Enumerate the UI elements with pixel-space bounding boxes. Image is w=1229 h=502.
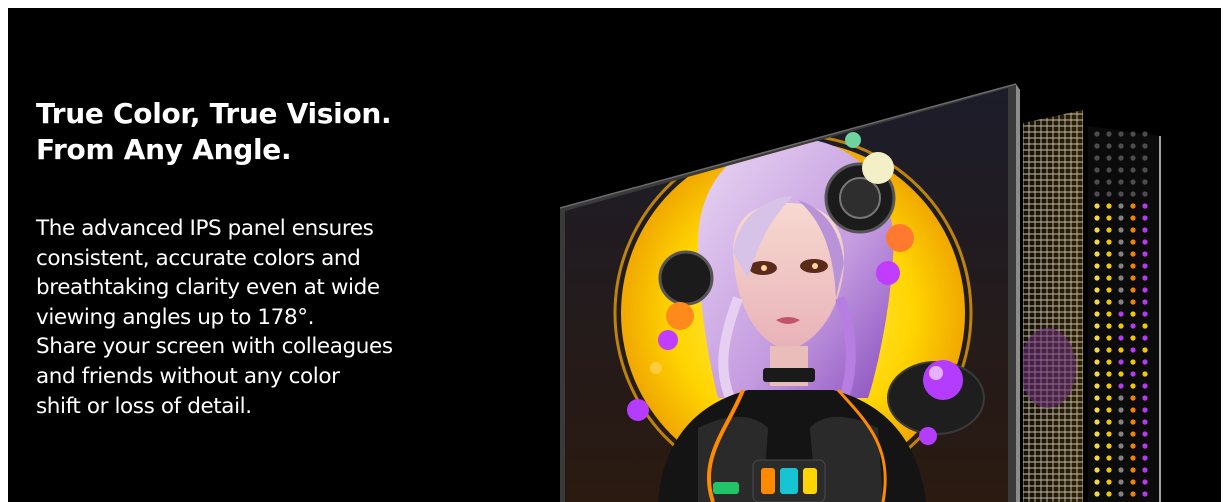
monitor: [559, 83, 1020, 502]
headline-line-1: True Color, True Vision.: [36, 97, 392, 130]
description-line: shift or loss of detail.: [36, 393, 252, 419]
description-line: The advanced IPS panel ensures: [36, 216, 374, 241]
description-line: breathtaking clarity even at wide: [36, 275, 380, 301]
pixel-dots-layer: [1088, 126, 1161, 502]
headline-line-2: From Any Angle.: [36, 133, 292, 166]
description-line: viewing angles up to 178°.: [36, 304, 315, 330]
description-line: and friends without any color: [36, 363, 340, 389]
feature-description: The advanced IPS panel ensures consisten…: [36, 214, 506, 421]
feature-headline: True Color, True Vision. From Any Angle.: [36, 96, 496, 168]
description-line: consistent, accurate colors and: [36, 245, 361, 271]
monitor-layers-svg: [559, 83, 1161, 502]
ips-feature-banner: True Color, True Vision. From Any Angle.…: [8, 8, 1221, 502]
description-line: Share your screen with colleagues: [36, 334, 393, 360]
monitor-layers-illustration: [548, 68, 1221, 502]
grid-layer: [1023, 110, 1083, 502]
